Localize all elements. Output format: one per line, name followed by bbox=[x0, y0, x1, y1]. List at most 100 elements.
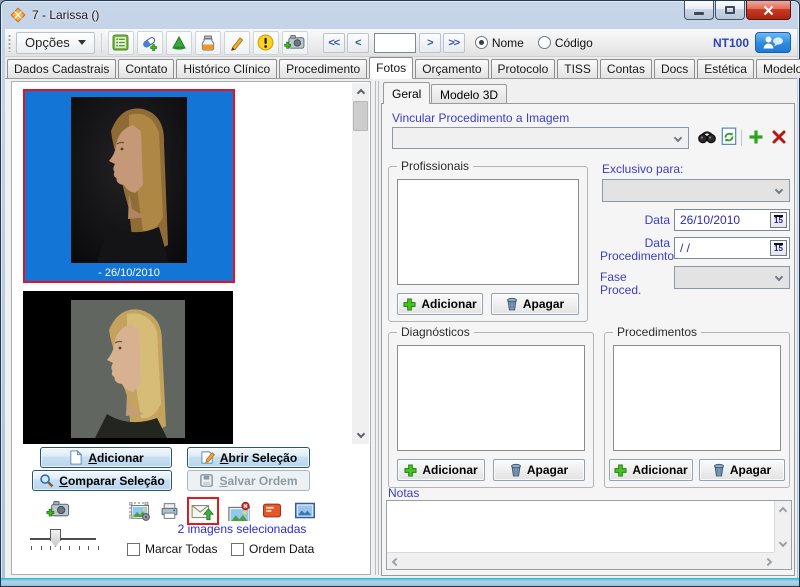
image-edit-button[interactable] bbox=[129, 502, 151, 524]
data-procedimento-input[interactable] bbox=[675, 241, 769, 255]
tab-fotos[interactable]: Fotos bbox=[369, 57, 413, 79]
chevron-down-icon bbox=[775, 273, 783, 281]
slider-ticks bbox=[31, 546, 99, 550]
tab-historico-clinico[interactable]: Histórico Clínico bbox=[176, 59, 277, 78]
add-link-button[interactable] bbox=[748, 129, 764, 148]
tab-orcamento[interactable]: Orçamento bbox=[415, 59, 488, 78]
email-highlight-box bbox=[187, 497, 219, 525]
add-image-button[interactable] bbox=[46, 500, 70, 522]
profissionais-apagar-button[interactable]: Apagar bbox=[491, 293, 579, 315]
maximize-button[interactable] bbox=[715, 1, 745, 20]
nav-prev-button[interactable]: < bbox=[347, 33, 369, 53]
jar-button[interactable] bbox=[195, 31, 221, 55]
data-procedimento-field[interactable]: 15 bbox=[674, 237, 790, 259]
tab-estetica[interactable]: Estética bbox=[697, 59, 754, 78]
scroll-left-button[interactable] bbox=[387, 553, 404, 570]
panel-splitter[interactable] bbox=[373, 81, 381, 575]
chevron-down-icon bbox=[78, 40, 86, 45]
subtab-geral[interactable]: Geral bbox=[383, 82, 430, 104]
profissionais-adicionar-button[interactable]: Adicionar bbox=[397, 293, 483, 315]
data-field[interactable]: 15 bbox=[674, 209, 790, 231]
adicionar-foto-button[interactable]: Adicionar bbox=[40, 447, 172, 468]
ordem-data-checkbox[interactable] bbox=[231, 543, 244, 556]
slideshow-button[interactable] bbox=[262, 502, 282, 522]
tab-contato[interactable]: Contato bbox=[118, 59, 174, 78]
brand-label: NT100 bbox=[713, 36, 749, 50]
refresh-button[interactable] bbox=[720, 127, 738, 149]
tab-dados-cadastrais[interactable]: Dados Cadastrais bbox=[7, 59, 116, 78]
zoom-slider-thumb[interactable] bbox=[50, 529, 61, 547]
fotos-content: - 26/10/2010 bbox=[5, 79, 797, 580]
diagnosticos-listbox[interactable] bbox=[397, 345, 585, 451]
zoom-slider-track[interactable] bbox=[30, 538, 96, 540]
tab-label: Histórico Clínico bbox=[183, 62, 270, 76]
scroll-up-button[interactable] bbox=[352, 83, 369, 100]
notas-vertical-scrollbar[interactable] bbox=[774, 501, 791, 553]
pills-icon bbox=[141, 34, 159, 52]
alert-button[interactable] bbox=[253, 31, 279, 55]
nav-first-button[interactable]: << bbox=[323, 33, 345, 53]
scroll-up-button[interactable] bbox=[774, 501, 791, 518]
record-number-input[interactable] bbox=[374, 33, 416, 53]
print-button[interactable] bbox=[160, 502, 179, 523]
scrollbar-thumb[interactable] bbox=[353, 101, 368, 131]
patient-tab-bar: Dados Cadastrais Contato Histórico Clíni… bbox=[5, 57, 797, 79]
profissionais-listbox[interactable] bbox=[397, 179, 579, 285]
tab-label: Modelos bbox=[763, 62, 800, 76]
radio-codigo[interactable] bbox=[538, 36, 551, 49]
procedimentos-adicionar-button[interactable]: Adicionar bbox=[609, 459, 693, 481]
subtab-modelo-3d[interactable]: Modelo 3D bbox=[431, 84, 507, 104]
maximize-icon bbox=[725, 6, 735, 14]
notas-horizontal-scrollbar[interactable] bbox=[387, 552, 776, 569]
abrir-selecao-button[interactable]: Abrir Seleção bbox=[187, 447, 310, 468]
photo-thumbnail-selected[interactable]: - 26/10/2010 bbox=[23, 89, 235, 283]
capture-add-button[interactable] bbox=[282, 31, 308, 55]
checklist-button[interactable] bbox=[108, 31, 134, 55]
plus-icon bbox=[403, 298, 416, 311]
tab-protocolo[interactable]: Protocolo bbox=[491, 59, 556, 78]
diagnosticos-adicionar-button[interactable]: Adicionar bbox=[397, 459, 485, 481]
contacts-chat-button[interactable] bbox=[755, 32, 791, 53]
search-button[interactable] bbox=[698, 128, 716, 149]
minimize-button[interactable] bbox=[684, 1, 714, 20]
cone-button[interactable] bbox=[166, 31, 192, 55]
toolbar-grip[interactable] bbox=[8, 34, 11, 52]
exclusivo-para-combobox[interactable] bbox=[602, 179, 790, 202]
title-bar[interactable]: 7 - Larissa () bbox=[1, 1, 799, 29]
tab-tiss[interactable]: TISS bbox=[557, 59, 598, 78]
image-delete-button[interactable] bbox=[227, 502, 250, 524]
diagnosticos-groupbox: Diagnósticos Adicionar Apagar bbox=[388, 332, 594, 488]
tab-contas[interactable]: Contas bbox=[600, 59, 652, 78]
diagnosticos-apagar-button[interactable]: Apagar bbox=[493, 459, 585, 481]
data-input[interactable] bbox=[675, 213, 769, 227]
notas-textarea[interactable] bbox=[386, 500, 792, 570]
procedimentos-listbox[interactable] bbox=[613, 345, 781, 451]
tab-procedimento[interactable]: Procedimento bbox=[279, 59, 367, 78]
nav-next-button[interactable]: > bbox=[419, 33, 441, 53]
options-label: Opções bbox=[25, 35, 70, 50]
data-procedimento-calendar-button[interactable]: 15 bbox=[770, 240, 787, 256]
data-calendar-button[interactable]: 15 bbox=[770, 212, 787, 228]
tab-modelos[interactable]: Modelos bbox=[756, 59, 800, 78]
photo-thumbnail[interactable] bbox=[23, 291, 233, 444]
procedimentos-apagar-button[interactable]: Apagar bbox=[699, 459, 785, 481]
fase-proced-combobox[interactable] bbox=[674, 266, 790, 289]
radio-nome[interactable] bbox=[475, 36, 488, 49]
scroll-down-button[interactable] bbox=[352, 427, 369, 444]
nav-last-button[interactable]: >> bbox=[443, 33, 465, 53]
options-dropdown[interactable]: Opções bbox=[16, 32, 95, 54]
apagar-label: Apagar bbox=[523, 297, 564, 311]
close-button[interactable] bbox=[746, 1, 791, 20]
marcar-todas-checkbox[interactable] bbox=[127, 543, 140, 556]
tab-docs[interactable]: Docs bbox=[654, 59, 695, 78]
photo-list[interactable]: - 26/10/2010 bbox=[13, 83, 352, 444]
email-send-icon[interactable] bbox=[191, 501, 215, 521]
medications-button[interactable] bbox=[137, 31, 163, 55]
remove-link-button[interactable] bbox=[771, 129, 787, 148]
photo-list-scrollbar[interactable] bbox=[352, 83, 369, 444]
scroll-down-button[interactable] bbox=[774, 536, 791, 553]
image-export-button[interactable] bbox=[295, 502, 315, 522]
comparar-selecao-button[interactable]: Comparar Seleção bbox=[32, 470, 172, 491]
edit-button[interactable] bbox=[224, 31, 250, 55]
vincular-procedimento-combobox[interactable] bbox=[392, 127, 689, 149]
